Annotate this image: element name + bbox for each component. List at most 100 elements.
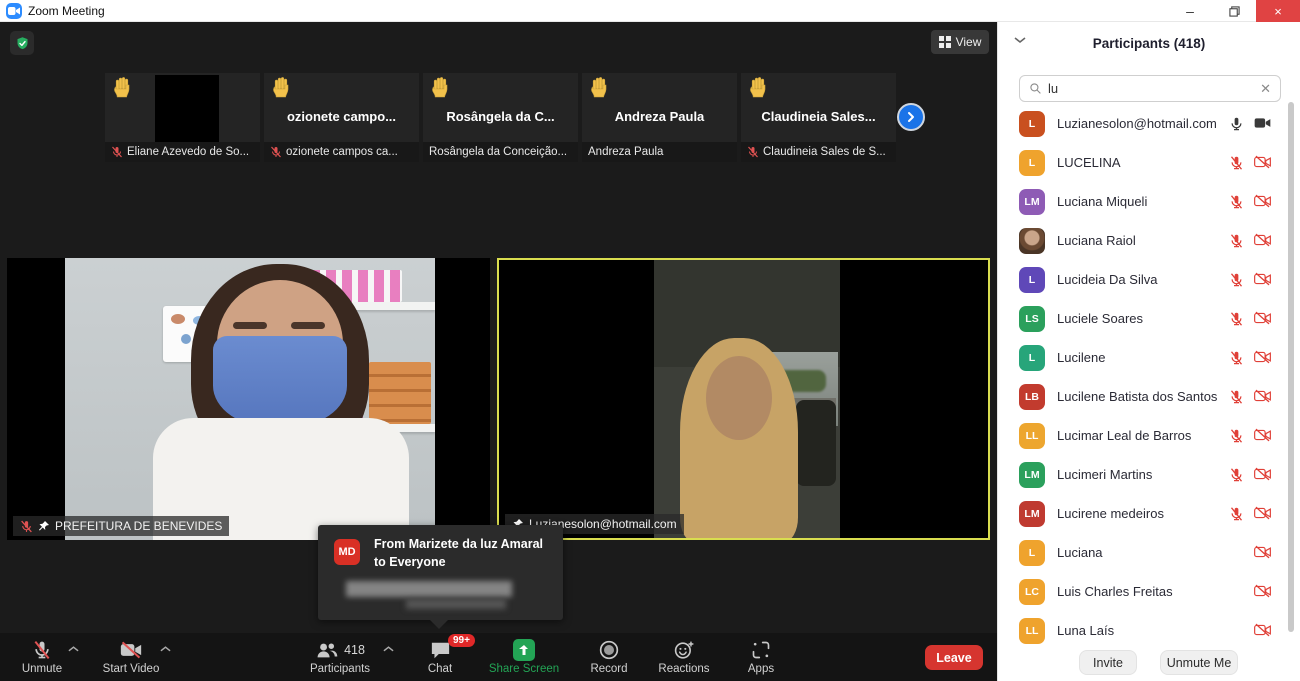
chat-notification-popup[interactable]: MD From Marizete da luz Amaral to Everyo… xyxy=(318,525,563,620)
audio-options-chevron[interactable] xyxy=(68,645,79,653)
participant-avatar xyxy=(1019,228,1045,254)
camera-status-icon xyxy=(1254,233,1270,249)
camera-status-icon xyxy=(1254,389,1270,405)
chat-label: Chat xyxy=(428,663,452,675)
video-thumbnail[interactable]: Eliane Azevedo de So... xyxy=(105,73,260,162)
close-button[interactable]: × xyxy=(1256,0,1300,22)
participant-row[interactable]: LM Luciana Miqueli xyxy=(998,183,1294,222)
participants-label: Participants xyxy=(310,663,370,675)
unmute-me-button[interactable]: Unmute Me xyxy=(1160,650,1238,675)
mic-status-icon xyxy=(1229,467,1245,483)
mic-status-icon xyxy=(1229,506,1245,522)
video-thumbnail[interactable]: Rosângela da C... Rosângela da Conceição… xyxy=(423,73,578,162)
next-page-arrow-button[interactable] xyxy=(897,103,925,131)
title-bar: Zoom Meeting – × xyxy=(0,0,1300,22)
participant-row[interactable]: L Luzianesolon@hotmail.com xyxy=(998,105,1294,144)
participant-display-name: PREFEITURA DE BENEVIDES xyxy=(55,519,222,533)
raised-hand-icon xyxy=(749,77,769,101)
participant-avatar: LC xyxy=(1019,579,1045,605)
participant-avatar: L xyxy=(1019,111,1045,137)
view-grid-icon xyxy=(939,36,951,48)
participant-avatar: L xyxy=(1019,150,1045,176)
thumbnail-name-label: Eliane Azevedo de So... xyxy=(105,142,260,162)
start-video-button[interactable]: Start Video xyxy=(81,638,181,675)
panel-scrollbar[interactable] xyxy=(1288,102,1294,632)
video-thumbnail[interactable]: Andreza Paula Andreza Paula xyxy=(582,73,737,162)
window-title: Zoom Meeting xyxy=(28,4,105,18)
mic-status-icon xyxy=(1229,389,1245,405)
participant-name: Luis Charles Freitas xyxy=(1057,584,1173,599)
video-thumbnail[interactable]: ozionete campo... ozionete campos ca... xyxy=(264,73,419,162)
apps-label: Apps xyxy=(748,663,774,675)
participants-button[interactable]: 418 Participants xyxy=(290,638,390,675)
thumbnail-name: Rosângela da Conceição... xyxy=(429,146,567,158)
popup-pointer xyxy=(430,620,448,629)
thumbnail-center-name: Claudineia Sales... xyxy=(741,109,896,124)
unmute-button[interactable]: Unmute xyxy=(0,638,92,675)
clear-search-icon[interactable]: ✕ xyxy=(1260,81,1271,97)
muted-mic-icon xyxy=(20,520,33,533)
thumbnail-center-name: Andreza Paula xyxy=(582,109,737,124)
participant-name: Lucideia Da Silva xyxy=(1057,272,1157,287)
pin-icon xyxy=(38,520,50,532)
mic-status-icon xyxy=(1229,545,1245,561)
video-options-chevron[interactable] xyxy=(160,645,171,653)
participant-row[interactable]: LM Lucirene medeiros xyxy=(998,495,1294,534)
camera-status-icon xyxy=(1254,155,1270,171)
minimize-button[interactable]: – xyxy=(1168,0,1212,22)
thumbnail-center-name: ozionete campo... xyxy=(264,109,419,124)
participant-avatar: L xyxy=(1019,345,1045,371)
participant-row[interactable]: LC Luis Charles Freitas xyxy=(998,573,1294,612)
view-button[interactable]: View xyxy=(931,30,989,54)
participant-name: Luciana Raiol xyxy=(1057,233,1136,248)
participants-icon xyxy=(315,641,339,660)
thumbnail-name: ozionete campos ca... xyxy=(286,146,398,158)
participant-avatar: LL xyxy=(1019,618,1045,644)
participant-name: Luzianesolon@hotmail.com xyxy=(1057,116,1217,131)
main-video-luziane[interactable]: Luzianesolon@hotmail.com xyxy=(497,258,990,540)
mic-status-icon xyxy=(1229,350,1245,366)
participant-row[interactable]: L Lucilene xyxy=(998,339,1294,378)
mic-status-icon xyxy=(1229,584,1245,600)
muted-mic-icon xyxy=(747,146,759,158)
security-shield-icon[interactable] xyxy=(10,31,34,55)
participant-name: LUCELINA xyxy=(1057,155,1121,170)
participants-count: 418 xyxy=(344,643,365,657)
participant-row[interactable]: LB Lucilene Batista dos Santos xyxy=(998,378,1294,417)
thumbnail-video xyxy=(155,75,219,142)
redacted-message xyxy=(346,581,512,597)
raised-hand-icon xyxy=(272,77,292,101)
participant-row[interactable]: L LUCELINA xyxy=(998,144,1294,183)
muted-mic-icon xyxy=(270,146,282,158)
thumbnail-name: Andreza Paula xyxy=(588,146,663,158)
participant-avatar: LM xyxy=(1019,501,1045,527)
participant-avatar: L xyxy=(1019,267,1045,293)
thumbnail-name: Eliane Azevedo de So... xyxy=(127,146,249,158)
video-thumbnail[interactable]: Claudineia Sales... Claudineia Sales de … xyxy=(741,73,896,162)
mic-status-icon xyxy=(1229,155,1245,171)
restore-button[interactable] xyxy=(1212,0,1256,22)
chat-badge: 99+ xyxy=(448,634,475,647)
participant-row[interactable]: Luciana Raiol xyxy=(998,222,1294,261)
participant-row[interactable]: L Luciana xyxy=(998,534,1294,573)
redacted-message xyxy=(406,599,506,609)
invite-button[interactable]: Invite xyxy=(1079,650,1137,675)
apps-button[interactable]: Apps xyxy=(711,638,811,675)
participant-row[interactable]: LM Lucimeri Martins xyxy=(998,456,1294,495)
share-screen-icon xyxy=(513,639,535,661)
camera-status-icon xyxy=(1254,545,1270,561)
participant-row[interactable]: LL Luna Laís xyxy=(998,612,1294,651)
leave-button[interactable]: Leave xyxy=(925,645,983,670)
main-video-prefeitura[interactable]: PREFEITURA DE BENEVIDES xyxy=(7,258,490,540)
participant-row[interactable]: LL Lucimar Leal de Barros xyxy=(998,417,1294,456)
participant-search-input[interactable]: lu ✕ xyxy=(1019,75,1281,102)
participant-row[interactable]: LS Luciele Soares xyxy=(998,300,1294,339)
participant-name: Luciele Soares xyxy=(1057,311,1143,326)
participant-name: Luna Laís xyxy=(1057,623,1114,638)
camera-status-icon xyxy=(1254,272,1270,288)
participant-row[interactable]: L Lucideia Da Silva xyxy=(998,261,1294,300)
thumbnail-name-label: Claudineia Sales de S... xyxy=(741,142,896,162)
unmute-label: Unmute xyxy=(22,663,62,675)
meeting-toolbar: Unmute Start Video 418 Participants xyxy=(0,633,997,681)
participant-name: Lucirene medeiros xyxy=(1057,506,1164,521)
